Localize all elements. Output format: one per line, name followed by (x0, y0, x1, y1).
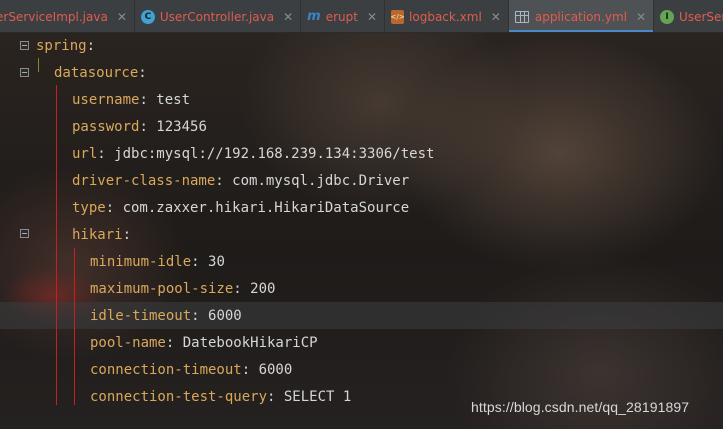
code-line: driver-class-name: com.mysql.jdbc.Driver (72, 173, 410, 189)
fold-marker-icon[interactable] (20, 41, 29, 50)
yaml-value: com.zaxxer.hikari.HikariDataSource (122, 200, 410, 216)
yaml-value: 200 (250, 281, 276, 297)
code-line: password: 123456 (72, 119, 207, 135)
code-line: type: com.zaxxer.hikari.HikariDataSource (72, 200, 410, 216)
yaml-value: DatebookHikariCP (182, 335, 318, 351)
tab-label: application.yml (534, 9, 627, 24)
class-icon: C (140, 9, 155, 24)
tab-erupt[interactable]: m erupt ✕ (301, 0, 386, 32)
tab-label: UserService.java (679, 9, 723, 24)
interface-icon: I (660, 9, 675, 24)
code-line: datasource: (54, 65, 147, 81)
yaml-key: datasource (54, 65, 139, 81)
tab-label: erServiceImpl.java (0, 9, 108, 24)
tab-label: logback.xml (409, 9, 482, 24)
tab-usercontroller[interactable]: C UserController.java ✕ (135, 0, 302, 32)
yaml-value: SELECT 1 (283, 389, 352, 405)
code-line: connection-timeout: 6000 (90, 362, 293, 378)
yaml-key: driver-class-name (72, 173, 216, 189)
indent-guide (74, 248, 75, 405)
code-line: hikari: (72, 227, 132, 243)
close-icon[interactable]: ✕ (367, 10, 377, 24)
fold-marker-icon[interactable] (20, 68, 29, 77)
module-icon: m (307, 9, 321, 24)
yaml-key: pool-name (90, 335, 166, 351)
code-line: connection-test-query: SELECT 1 (90, 389, 352, 405)
yaml-value: com.mysql.jdbc.Driver (232, 173, 410, 189)
indent-guide (56, 85, 57, 405)
yaml-key: username (72, 92, 140, 108)
yaml-value: 6000 (208, 308, 242, 324)
close-icon[interactable]: ✕ (117, 10, 127, 24)
yaml-key: hikari (72, 227, 123, 243)
yaml-value: 6000 (258, 362, 293, 378)
tab-logback[interactable]: </> logback.xml ✕ (385, 0, 509, 32)
tab-userservice[interactable]: I UserService.java (654, 0, 723, 32)
yaml-key: maximum-pool-size (90, 281, 234, 297)
code-line: spring: (36, 38, 96, 54)
yaml-key: connection-test-query (90, 389, 268, 405)
tab-userserviceimpl[interactable]: erServiceImpl.java ✕ (0, 0, 135, 32)
editor-tab-bar: erServiceImpl.java ✕ C UserController.ja… (0, 0, 723, 33)
close-icon[interactable]: ✕ (636, 10, 646, 24)
tab-application-yml[interactable]: application.yml ✕ (508, 0, 655, 32)
yaml-key: minimum-idle (90, 254, 192, 270)
indent-guide (38, 58, 39, 72)
yaml-value: 30 (208, 254, 225, 270)
yaml-key: idle-timeout (90, 308, 192, 324)
yaml-file-icon (514, 10, 529, 23)
yaml-value: 123456 (156, 119, 207, 135)
yaml-value: test (156, 92, 191, 108)
code-line: idle-timeout: 6000 (90, 308, 242, 324)
code-line: url: jdbc:mysql://192.168.239.134:3306/t… (72, 146, 435, 162)
watermark-url: https://blog.csdn.net/qq_28191897 (471, 399, 690, 415)
code-editor[interactable]: spring: datasource: username: test passw… (0, 33, 723, 429)
close-icon[interactable]: ✕ (283, 10, 293, 24)
code-line: minimum-idle: 30 (90, 254, 225, 270)
yaml-key: password (72, 119, 140, 135)
tab-label: UserController.java (159, 9, 275, 24)
yaml-key: type (72, 200, 106, 216)
xml-file-icon: </> (390, 9, 405, 24)
yaml-key: spring (36, 38, 87, 54)
fold-marker-icon[interactable] (20, 229, 29, 238)
code-line: pool-name: DatebookHikariCP (90, 335, 318, 351)
yaml-key: url (72, 146, 98, 162)
yaml-key: connection-timeout (90, 362, 242, 378)
code-line: maximum-pool-size: 200 (90, 281, 276, 297)
yaml-value: jdbc:mysql://192.168.239.134:3306/test (114, 146, 435, 162)
close-icon[interactable]: ✕ (491, 10, 501, 24)
code-line: username: test (72, 92, 191, 108)
tab-label: erupt (325, 9, 358, 24)
